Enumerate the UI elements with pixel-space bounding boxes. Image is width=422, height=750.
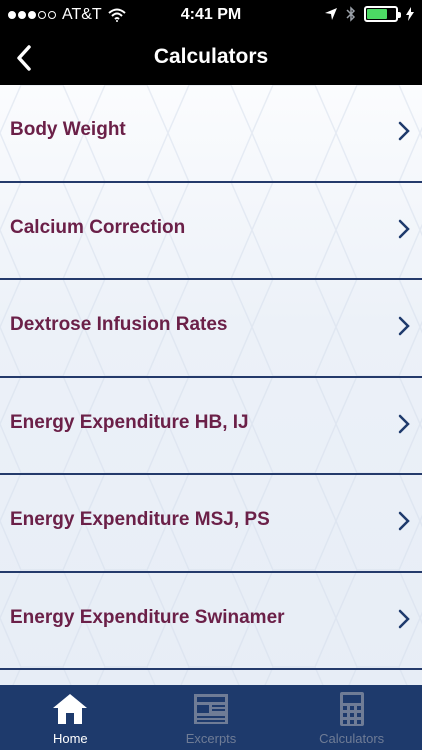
calculator-icon xyxy=(339,692,364,726)
chevron-right-icon xyxy=(398,316,410,336)
chevron-right-icon xyxy=(398,511,410,531)
list-item-label: Dextrose Infusion Rates xyxy=(10,314,228,335)
home-icon xyxy=(53,694,88,724)
list-item-label: Calcium Correction xyxy=(10,216,186,238)
navigation-bar: Calculators xyxy=(0,30,422,85)
list-item-energy-expenditure-swinamer[interactable]: Energy Expenditure Swinamer xyxy=(0,573,422,670)
list-item-label: Energy Expenditure MSJ, PS xyxy=(10,509,270,530)
list-item-body-weight[interactable]: Body Weight xyxy=(0,85,422,183)
tab-label: Home xyxy=(52,731,88,746)
bluetooth-icon xyxy=(346,6,356,22)
tab-label: Excerpts xyxy=(185,731,237,746)
list-item-label: Energy Expenditure Swinamer xyxy=(10,606,285,628)
chevron-right-icon xyxy=(398,609,410,628)
battery-tip xyxy=(398,12,401,18)
battery-icon xyxy=(364,6,401,22)
charging-bolt-icon xyxy=(406,7,414,21)
location-arrow-icon xyxy=(325,8,337,20)
calculator-list-container: Body Weight Calcium Correction Dextrose … xyxy=(0,85,422,685)
chevron-right-icon xyxy=(398,121,410,141)
list-item-label: Energy Expenditure HB, IJ xyxy=(10,411,249,433)
calculator-list: Body Weight Calcium Correction Dextrose … xyxy=(0,85,422,670)
tab-label: Calculators xyxy=(319,731,385,746)
status-bar: AT&T 4:41 PM xyxy=(0,0,422,30)
list-item-dextrose-infusion-rates[interactable]: Dextrose Infusion Rates xyxy=(0,280,422,378)
list-item-energy-expenditure-hb-ij[interactable]: Energy Expenditure HB, IJ xyxy=(0,378,422,475)
list-item-label: Body Weight xyxy=(10,119,126,140)
battery-level xyxy=(367,9,387,19)
chevron-right-icon xyxy=(398,219,410,238)
page-title: Calculators xyxy=(153,45,269,68)
newspaper-icon xyxy=(194,694,228,724)
chevron-right-icon xyxy=(398,414,410,433)
list-item-energy-expenditure-msj-ps[interactable]: Energy Expenditure MSJ, PS xyxy=(0,475,422,573)
tab-calculators[interactable]: Calculators xyxy=(281,685,422,750)
status-right xyxy=(324,6,414,22)
tab-bar: Home Excerpts Calculators xyxy=(0,685,422,750)
list-item-calcium-correction[interactable]: Calcium Correction xyxy=(0,183,422,280)
tab-excerpts[interactable]: Excerpts xyxy=(141,685,282,750)
tab-home[interactable]: Home xyxy=(0,685,141,750)
